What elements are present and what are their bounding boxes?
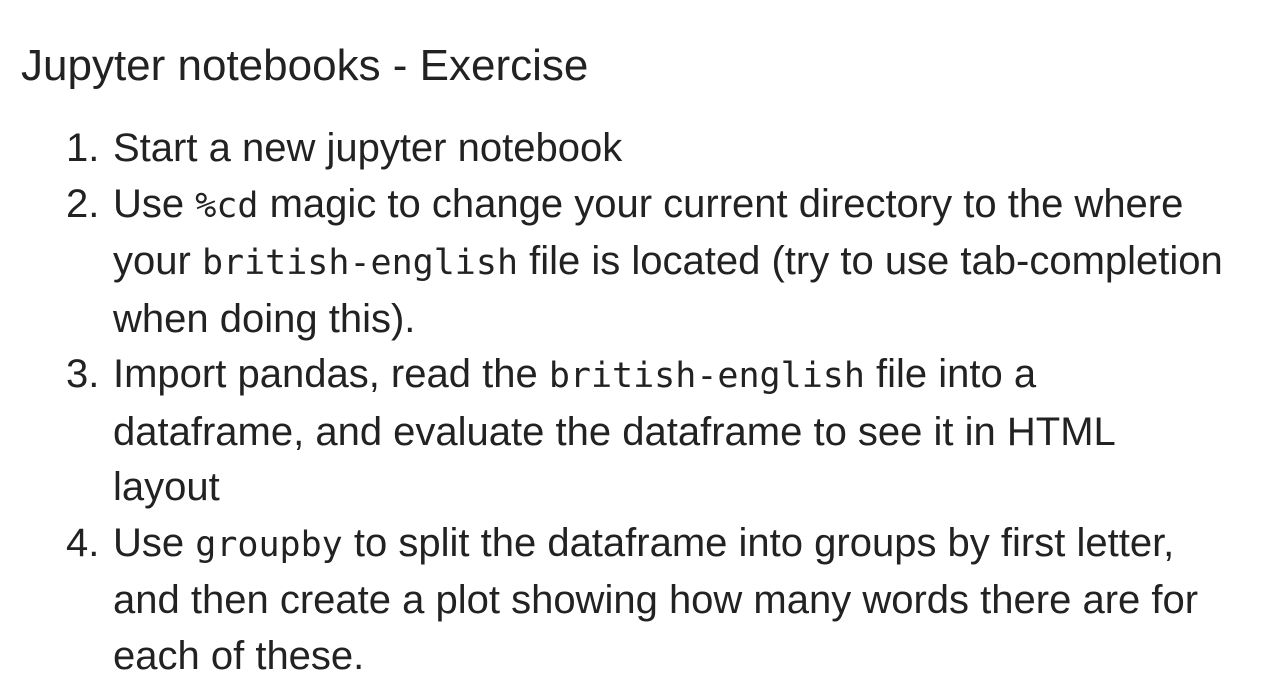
step-text: Use (113, 521, 195, 565)
inline-code: british-english (202, 243, 518, 283)
exercise-step: 4. Use groupby to split the dataframe in… (0, 516, 1230, 684)
step-text: Start a new jupyter notebook (113, 126, 622, 170)
step-number: 2. (66, 177, 99, 233)
step-number: 1. (66, 121, 99, 177)
step-number: 4. (66, 516, 99, 572)
exercise-step: 1. Start a new jupyter notebook (0, 121, 1230, 177)
inline-code: groupby (195, 525, 343, 565)
slide: Jupyter notebooks - Exercise 1. Start a … (0, 0, 1287, 682)
slide-title: Jupyter notebooks - Exercise (21, 40, 588, 92)
exercise-step: 3. Import pandas, read the british-engli… (0, 347, 1230, 516)
step-number: 3. (66, 347, 99, 403)
exercise-step: 2. Use %cd magic to change your current … (0, 177, 1230, 348)
step-text: Import pandas, read the (113, 352, 549, 396)
inline-code: british-english (549, 356, 865, 396)
exercise-steps-list: 1. Start a new jupyter notebook 2. Use %… (0, 121, 1230, 684)
inline-code: %cd (195, 186, 258, 226)
step-text: Use (113, 182, 195, 226)
